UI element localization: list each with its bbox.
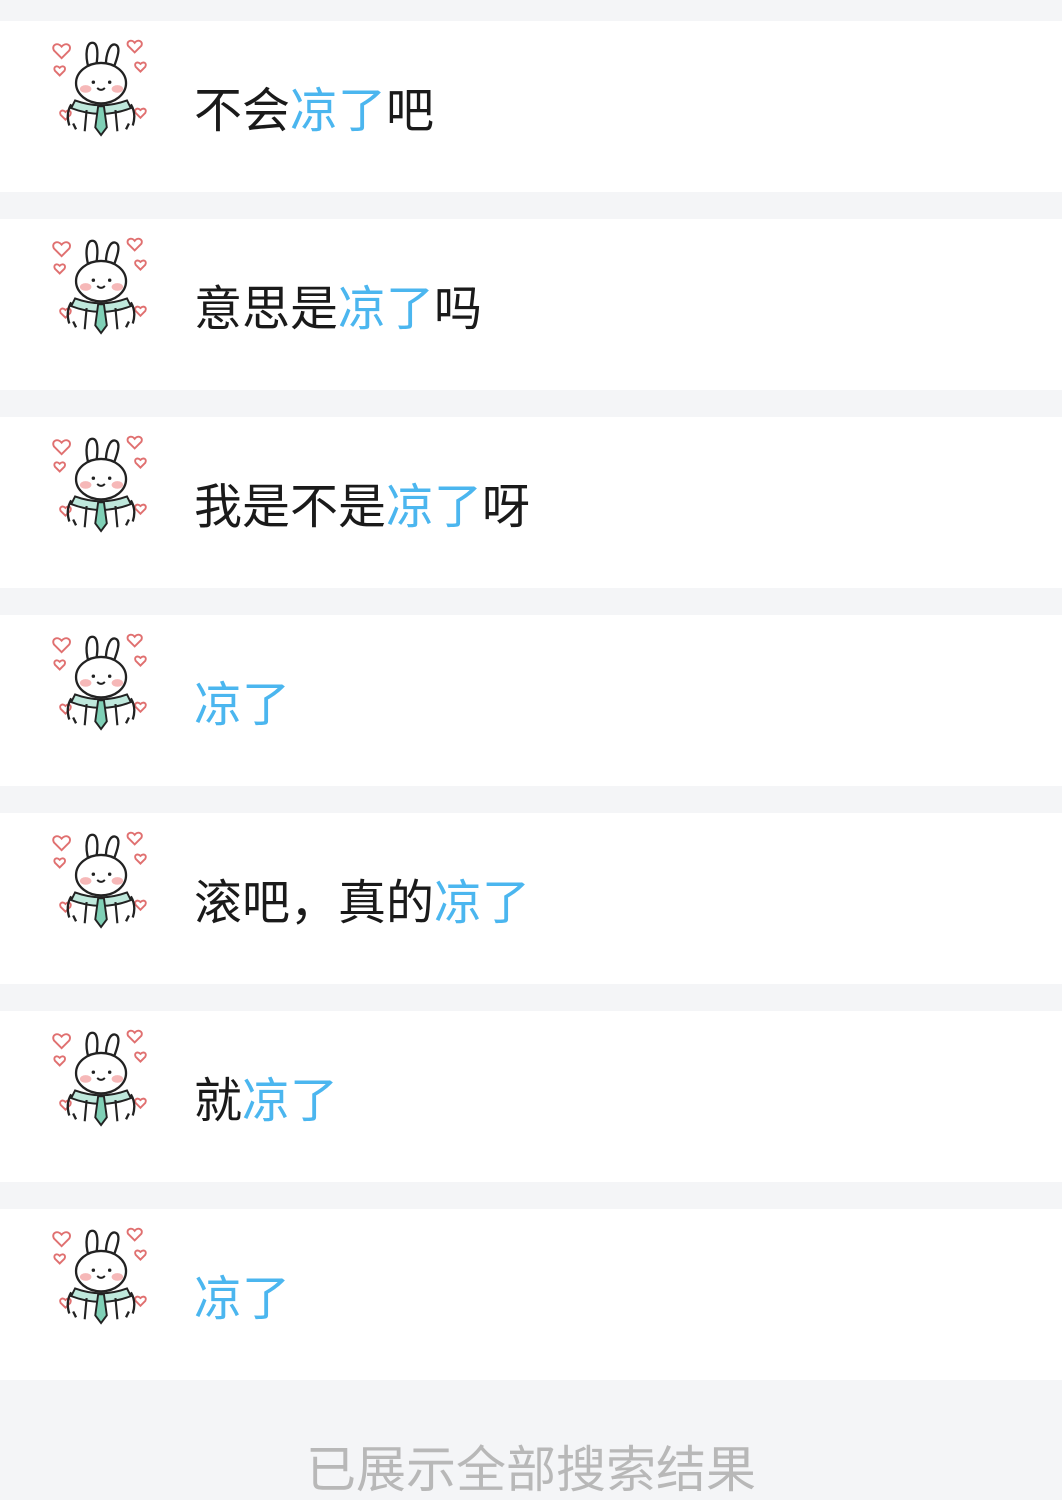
caption-suffix: 吧 <box>386 83 435 139</box>
bunny-hearts-sticker-icon <box>50 433 154 533</box>
bunny-hearts-sticker-icon <box>50 235 154 335</box>
result-caption: 意思是凉了吗 <box>194 279 482 339</box>
result-item[interactable]: 滚吧，真的凉了 <box>0 813 1062 984</box>
end-of-results-label: 已展示全部搜索结果 <box>306 1441 756 1499</box>
caption-keyword-highlight: 凉了 <box>386 479 483 535</box>
result-caption: 就凉了 <box>194 1071 338 1131</box>
result-item[interactable]: 不会凉了吧 <box>0 21 1062 192</box>
caption-prefix: 意思是 <box>194 281 339 337</box>
result-caption: 我是不是凉了呀 <box>194 477 530 537</box>
bunny-hearts-sticker-icon <box>50 631 154 731</box>
bunny-hearts-sticker-icon <box>50 37 154 137</box>
caption-prefix: 滚吧，真的 <box>194 875 435 931</box>
caption-keyword-highlight: 凉了 <box>290 83 387 139</box>
result-item[interactable]: 就凉了 <box>0 1011 1062 1182</box>
bunny-hearts-sticker-icon <box>50 1225 154 1325</box>
caption-suffix: 呀 <box>482 479 531 535</box>
caption-keyword-highlight: 凉了 <box>434 875 531 931</box>
caption-prefix: 不会 <box>194 83 291 139</box>
result-item[interactable]: 凉了 <box>0 615 1062 786</box>
result-caption: 凉了 <box>194 675 290 735</box>
result-item[interactable]: 凉了 <box>0 1209 1062 1380</box>
result-caption: 不会凉了吧 <box>194 81 434 141</box>
result-item[interactable]: 我是不是凉了呀 <box>0 417 1062 588</box>
bunny-hearts-sticker-icon <box>50 829 154 929</box>
result-caption: 凉了 <box>194 1269 290 1329</box>
caption-keyword-highlight: 凉了 <box>338 281 435 337</box>
caption-keyword-highlight: 凉了 <box>242 1073 339 1129</box>
caption-prefix: 我是不是 <box>194 479 387 535</box>
caption-prefix: 就 <box>194 1073 243 1129</box>
bunny-hearts-sticker-icon <box>50 1027 154 1127</box>
result-caption: 滚吧，真的凉了 <box>194 873 530 933</box>
caption-keyword-highlight: 凉了 <box>194 677 291 733</box>
result-item[interactable]: 意思是凉了吗 <box>0 219 1062 390</box>
caption-suffix: 吗 <box>434 281 483 337</box>
caption-keyword-highlight: 凉了 <box>194 1271 291 1327</box>
search-results-list: 不会凉了吧 意思是凉了吗 我是不是凉了呀 凉了 滚吧，真的凉了 就凉了 凉了 已… <box>0 0 1062 1499</box>
